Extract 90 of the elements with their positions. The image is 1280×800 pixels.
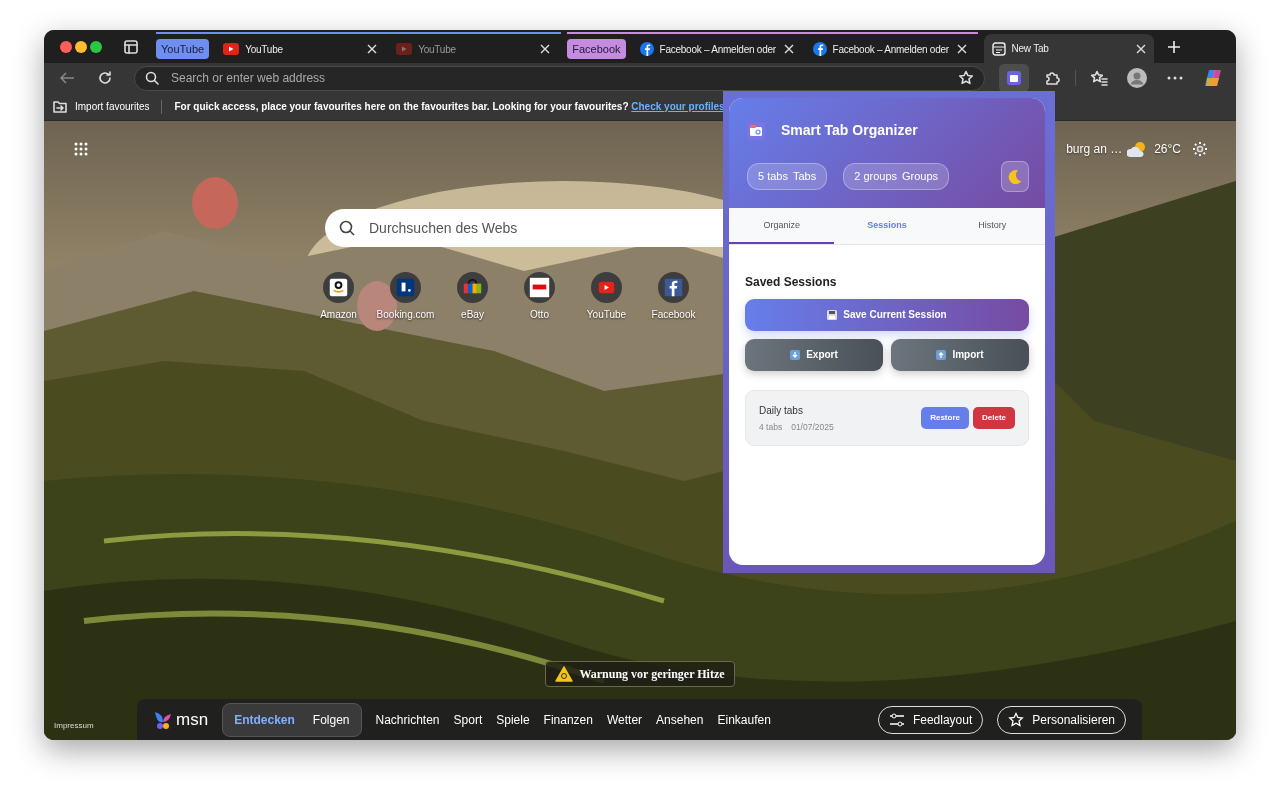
profile-avatar-icon[interactable]: [1127, 68, 1147, 88]
feed-category-link[interactable]: Ansehen: [656, 710, 704, 729]
close-icon[interactable]: [367, 44, 378, 54]
quick-link[interactable]: Booking.com: [372, 272, 439, 322]
browser-tab[interactable]: YouTube: [388, 34, 559, 64]
session-tab-count: 4 tabs: [759, 420, 783, 434]
quick-link[interactable]: Amazon: [305, 272, 372, 322]
check-profiles-link[interactable]: Check your profiles: [631, 101, 725, 112]
close-icon[interactable]: [956, 44, 967, 54]
feed-category-link[interactable]: Nachrichten: [375, 710, 440, 729]
close-icon[interactable]: [1135, 43, 1146, 54]
session-date: 01/07/2025: [791, 420, 834, 434]
favourite-star-icon[interactable]: [958, 70, 974, 86]
restore-button[interactable]: Restore: [921, 406, 969, 429]
search-icon: [145, 71, 159, 85]
quick-link[interactable]: Facebook: [640, 272, 707, 322]
stat-pill: 5 tabs Tabs: [747, 163, 828, 190]
export-button[interactable]: Export: [745, 338, 883, 371]
new-tab-plus-icon[interactable]: [1166, 39, 1181, 54]
booking-logo-icon: [390, 272, 421, 303]
facebook-icon: [658, 272, 689, 303]
session-name: Daily tabs: [759, 403, 804, 418]
minimize-window-dot[interactable]: [75, 40, 87, 53]
ebay-logo-icon: [457, 272, 488, 303]
tab-organizer-logo-icon: [747, 121, 765, 140]
copilot-icon[interactable]: [1203, 68, 1223, 88]
feed-category-link[interactable]: Finanzen: [543, 710, 593, 729]
more-dots-icon[interactable]: [1167, 76, 1183, 80]
sparkle-star-icon: [1008, 711, 1025, 728]
address-field[interactable]: Search or enter web address: [134, 65, 985, 91]
browser-tab[interactable]: Facebook – Anmelden oder: [631, 34, 802, 64]
moon-icon: [1007, 168, 1023, 185]
video-play-icon: [396, 43, 413, 55]
zoom-window-dot[interactable]: [90, 40, 102, 53]
feed-tab[interactable]: Folgen: [304, 706, 358, 733]
facebook-icon: [639, 42, 654, 56]
sidebar-icon[interactable]: [124, 39, 138, 54]
feed-category-link[interactable]: Sport: [453, 710, 483, 729]
favourites-bar-message: For quick access, place your favourites here on the favourites bar. Looking for your favourites? Check your profiles: [174, 100, 725, 114]
folder-icon: [1007, 71, 1021, 85]
section-heading: Saved Sessions: [745, 273, 838, 291]
close-icon[interactable]: [783, 44, 794, 54]
extension-button[interactable]: [999, 64, 1029, 92]
reload-icon[interactable]: [97, 70, 113, 86]
browser-tab[interactable]: YouTube: [215, 34, 386, 64]
impressum-link[interactable]: Impressum: [54, 721, 94, 730]
import-favourites-link[interactable]: Import favourites: [75, 99, 150, 114]
amazon-logo-icon: [323, 272, 354, 303]
quick-link[interactable]: YouTube: [573, 272, 640, 322]
close-window-dot[interactable]: [60, 40, 72, 53]
popup-tab[interactable]: Sessions: [834, 208, 940, 244]
favourites-icon[interactable]: [1090, 70, 1108, 86]
stat-pill: 2 groups Groups: [843, 163, 950, 190]
settings-icon[interactable]: [1192, 141, 1208, 157]
delete-button[interactable]: Delete: [973, 406, 1015, 429]
apps-grid-icon[interactable]: [74, 142, 88, 156]
video-play-icon: [223, 43, 240, 55]
import-folder-icon[interactable]: [53, 100, 67, 113]
new-tab-icon: [991, 41, 1006, 56]
tab-group-chip[interactable]: YouTube: [156, 38, 210, 60]
heat-warning-alert[interactable]: Warnung vor geringer Hitze: [545, 661, 735, 687]
facebook-icon: [812, 42, 827, 56]
popup-tab[interactable]: Organize: [729, 208, 835, 244]
extensions-puzzle-icon[interactable]: [1044, 70, 1060, 86]
import-button[interactable]: Import: [891, 338, 1029, 371]
up-arrow-icon: [936, 349, 947, 360]
video-play-icon: [591, 272, 622, 303]
temperature: 26°C: [1154, 141, 1181, 158]
back-arrow-icon[interactable]: [59, 71, 75, 85]
weather-location[interactable]: burg an …: [1066, 140, 1123, 158]
browser-tab[interactable]: New Tab: [983, 34, 1154, 63]
quick-link[interactable]: eBay: [439, 272, 506, 322]
butterfly-logo-icon: [153, 709, 173, 730]
search-icon: [339, 220, 355, 236]
msn-logo-text: msn: [176, 708, 209, 731]
close-icon[interactable]: [540, 44, 551, 54]
tab-group-chip[interactable]: Facebook: [567, 38, 626, 60]
otto-logo-icon: [524, 272, 555, 303]
warning-icon: [555, 666, 574, 682]
sliders-icon: [888, 712, 905, 727]
feed-category-link[interactable]: Wetter: [606, 710, 643, 729]
quick-link[interactable]: Otto: [506, 272, 573, 322]
feed-category-link[interactable]: Einkaufen: [717, 710, 771, 729]
popup-title: Smart Tab Organizer: [781, 121, 918, 140]
browser-tab[interactable]: Facebook – Anmelden oder: [804, 34, 975, 64]
save-session-button[interactable]: Save Current Session: [745, 298, 1029, 331]
feed-category-link[interactable]: Spiele: [496, 710, 530, 729]
down-arrow-icon: [790, 349, 801, 360]
theme-toggle-button[interactable]: [1001, 161, 1029, 192]
feed-tab[interactable]: Entdecken: [226, 706, 303, 733]
